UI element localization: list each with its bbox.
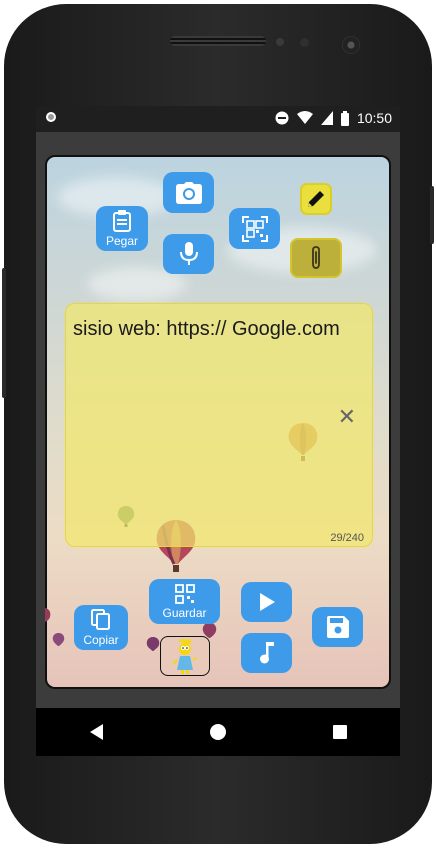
status-time: 10:50	[356, 110, 392, 126]
microphone-button[interactable]	[163, 234, 214, 274]
earpiece-speaker	[170, 36, 266, 46]
notification-icon	[46, 112, 56, 122]
status-icons: 10:50	[275, 110, 392, 126]
edit-button[interactable]	[300, 183, 332, 215]
signal-icon	[320, 111, 333, 125]
note-text[interactable]: sisio web: https:// Google.com	[73, 316, 363, 342]
save-qr-button[interactable]: Guardar	[149, 579, 220, 624]
floppy-disk-icon	[326, 616, 349, 638]
note-card[interactable]: sisio web: https:// Google.com ✕ 29/240	[65, 303, 373, 547]
save-button[interactable]	[312, 607, 363, 647]
qr-scan-button[interactable]	[229, 208, 280, 249]
camera-icon	[175, 181, 202, 204]
status-bar: 10:50	[36, 106, 400, 132]
pencil-icon	[308, 191, 324, 207]
character-counter: 29/240	[330, 532, 364, 544]
cartoon-avatar-icon	[173, 638, 197, 674]
paste-button[interactable]: Pegar	[96, 206, 148, 251]
microphone-icon	[179, 242, 198, 265]
qr-scan-icon	[241, 215, 268, 242]
background-balloon	[45, 608, 51, 622]
background-balloon	[146, 637, 160, 651]
phone-volume-button	[2, 268, 6, 398]
background-balloon	[52, 633, 65, 646]
copy-icon	[91, 608, 110, 630]
do-not-disturb-icon	[275, 111, 289, 125]
paperclip-icon	[312, 246, 320, 269]
front-camera	[342, 36, 360, 54]
back-triangle-icon[interactable]	[89, 724, 103, 740]
avatar-button[interactable]	[160, 636, 210, 676]
home-circle-icon[interactable]	[209, 724, 226, 740]
copy-button[interactable]: Copiar	[74, 605, 128, 650]
proximity-sensor	[276, 38, 284, 46]
paste-label: Pegar	[105, 233, 139, 248]
copy-label: Copiar	[83, 632, 119, 647]
navigation-bar	[36, 708, 400, 756]
battery-icon	[340, 110, 349, 126]
save-qr-label: Guardar	[162, 605, 207, 620]
wifi-icon	[296, 111, 313, 124]
camera-button[interactable]	[163, 172, 214, 213]
phone-power-button	[430, 186, 434, 244]
light-sensor	[300, 38, 309, 47]
music-button[interactable]	[241, 633, 292, 673]
qr-code-icon	[174, 583, 195, 604]
clipboard-icon	[113, 209, 131, 232]
attach-button[interactable]	[290, 238, 342, 278]
play-icon	[259, 593, 275, 611]
play-button[interactable]	[241, 582, 292, 622]
close-icon[interactable]: ✕	[338, 404, 356, 430]
recents-square-icon[interactable]	[332, 725, 347, 739]
music-icon	[259, 642, 274, 664]
